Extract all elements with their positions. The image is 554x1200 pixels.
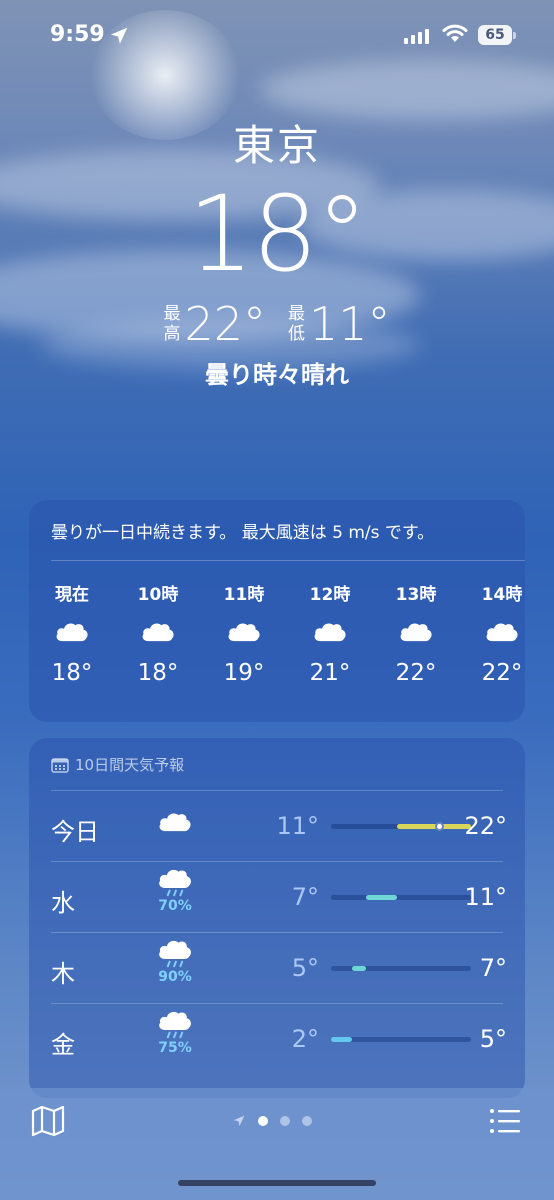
city-name: 東京: [232, 121, 321, 170]
page-dot: [258, 1116, 268, 1126]
status-bar: 9:59 65: [0, 22, 554, 52]
cloud-icon: [201, 602, 287, 660]
row-divider: [51, 932, 503, 933]
battery-indicator: 65: [478, 25, 512, 45]
precip-chance: 75%: [158, 1040, 192, 1056]
bottom-toolbar: [0, 1088, 554, 1200]
battery-tip: [513, 32, 516, 39]
cloud-rain-icon: 70%: [153, 869, 197, 914]
forecast-summary: 曇りが一日中続きます。 最大風速は 5 m/s です。: [51, 523, 435, 543]
low-label: 最 低: [288, 304, 305, 344]
temp-range-fill: [331, 1037, 352, 1042]
daily-row[interactable]: 木 90% 5° 7°: [51, 932, 507, 1003]
condition-text: 曇り時々晴れ: [205, 361, 349, 389]
divider: [51, 560, 525, 561]
cloud-icon: [29, 602, 115, 660]
map-icon[interactable]: [30, 1104, 66, 1138]
cloud-icon: [153, 810, 197, 836]
day-name: 木: [51, 960, 75, 988]
page-dot: [280, 1116, 290, 1126]
day-low: 5°: [291, 954, 319, 982]
cloud-icon: [373, 602, 459, 660]
location-arrow-icon: [233, 1115, 245, 1126]
cellular-signal-icon: [404, 29, 429, 44]
cloud-icon: [459, 602, 525, 660]
hourly-list[interactable]: 現在 18° 10時 18° 11時 19° 12時 21° 13時 22° 14時 22°: [29, 580, 525, 686]
temp-range-bar: [331, 822, 471, 831]
daily-row[interactable]: 水 70% 7° 11°: [51, 861, 507, 932]
day-low: 11°: [276, 812, 319, 840]
hour-time: 現在: [55, 585, 89, 605]
row-divider: [51, 790, 503, 791]
daily-row[interactable]: 金 75% 2° 5°: [51, 1003, 507, 1074]
row-divider: [51, 1003, 503, 1004]
hour-temp: 18°: [137, 660, 179, 686]
hourly-item: 13時 22°: [373, 580, 459, 686]
hourly-item: 11時 19°: [201, 580, 287, 686]
hourly-item: 10時 18°: [115, 580, 201, 686]
daily-row[interactable]: 今日 11° 22°: [51, 790, 507, 861]
current-temp-dot: [434, 822, 444, 831]
hourly-item: 現在 18°: [29, 580, 115, 686]
daily-forecast-header: 10日間天気予報: [51, 754, 184, 775]
cloud-icon: [287, 602, 373, 660]
temp-range-fill: [352, 966, 366, 971]
hour-time: 10時: [137, 585, 179, 605]
high-low: 最 高 22° 最 低 11°: [0, 297, 554, 351]
hour-temp: 22°: [395, 660, 437, 686]
low-temp: 11°: [309, 297, 391, 351]
precip-chance: 70%: [158, 898, 192, 914]
cloud-rain-icon: 90%: [153, 940, 197, 985]
temp-range-fill: [366, 895, 397, 900]
temp-range-bar: [331, 1037, 471, 1042]
hour-time: 14時: [481, 585, 523, 605]
cloud-rain-icon: 75%: [153, 1011, 197, 1056]
day-name: 今日: [51, 818, 99, 846]
location-arrow-icon: [110, 27, 128, 44]
hour-time: 13時: [395, 585, 437, 605]
day-low: 7°: [291, 883, 319, 911]
precip-chance: 90%: [158, 969, 192, 985]
current-temperature: 18°: [187, 173, 368, 295]
hourly-item: 14時 22°: [459, 580, 525, 686]
day-name: 金: [51, 1031, 75, 1059]
day-high: 22°: [464, 812, 507, 840]
current-weather: 東京 18° 最 高 22° 最 低 11° 曇り時々晴れ: [0, 112, 554, 390]
high-temp: 22°: [184, 297, 266, 351]
status-time: 9:59: [50, 22, 105, 47]
day-high: 5°: [479, 1025, 507, 1053]
day-name: 水: [51, 889, 75, 917]
calendar-icon: [51, 757, 69, 773]
high-temp-group: 最 高 22°: [163, 297, 266, 351]
page-dot: [302, 1116, 312, 1126]
hourly-item: 12時 21°: [287, 580, 373, 686]
temp-range-fill: [396, 824, 471, 829]
day-high: 11°: [464, 883, 507, 911]
hour-temp: 22°: [481, 660, 523, 686]
daily-forecast-title: 10日間天気予報: [75, 756, 185, 774]
home-indicator[interactable]: [178, 1180, 376, 1186]
list-icon[interactable]: [488, 1106, 522, 1136]
hour-temp: 19°: [223, 660, 265, 686]
hour-temp: 21°: [309, 660, 351, 686]
temp-range-bar: [331, 966, 471, 971]
low-temp-group: 最 低 11°: [288, 297, 391, 351]
hour-temp: 18°: [51, 660, 93, 686]
hour-time: 11時: [223, 585, 265, 605]
hour-time: 12時: [309, 585, 351, 605]
wifi-icon: [442, 24, 468, 42]
cloud-icon: [115, 602, 201, 660]
hourly-forecast-card[interactable]: 曇りが一日中続きます。 最大風速は 5 m/s です。 現在 18° 10時 18° 1…: [29, 500, 525, 722]
row-divider: [51, 861, 503, 862]
daily-forecast-card[interactable]: 10日間天気予報 今日 11° 22° 水 70% 7° 11° 木 90% 5° 7° 金 75% 2°…: [29, 738, 525, 1098]
day-high: 7°: [479, 954, 507, 982]
day-low: 2°: [291, 1025, 319, 1053]
page-indicator[interactable]: [232, 1114, 312, 1128]
temp-range-bar: [331, 895, 471, 900]
high-label: 最 高: [163, 304, 181, 344]
